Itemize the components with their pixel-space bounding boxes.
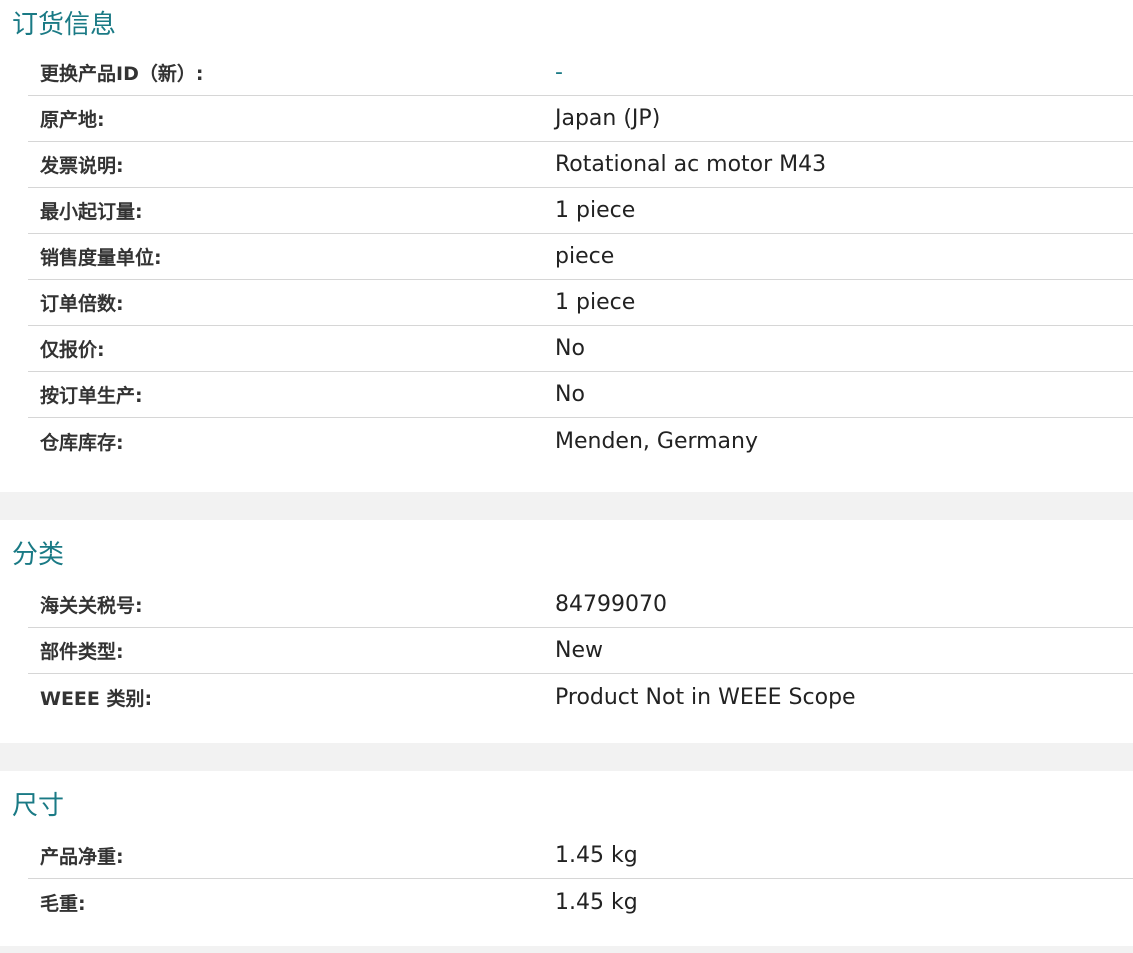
attribute-row-origin: 原产地: Japan (JP) bbox=[28, 96, 1133, 142]
attribute-label: 按订单生产: bbox=[40, 385, 143, 407]
attribute-label: 最小起订量: bbox=[40, 201, 143, 223]
attribute-row-make-to-order: 按订单生产: No bbox=[28, 372, 1133, 418]
attribute-value: 1 piece bbox=[555, 290, 636, 315]
attribute-row-warehouse-stock: 仓库库存: Menden, Germany bbox=[28, 418, 1133, 464]
attribute-label: 海关关税号: bbox=[40, 595, 143, 617]
attribute-value: Menden, Germany bbox=[555, 428, 759, 454]
attribute-value: New bbox=[555, 638, 603, 663]
attribute-label: 订单倍数: bbox=[40, 293, 124, 315]
attribute-label: 部件类型: bbox=[40, 641, 124, 663]
classification-section: 分类 海关关税号: 84799070 部件类型: New WEEE 类别: Pr… bbox=[0, 520, 1133, 743]
attribute-value: Product Not in WEEE Scope bbox=[555, 684, 856, 710]
attribute-label: 毛重: bbox=[40, 892, 86, 915]
attribute-value: No bbox=[555, 382, 585, 407]
attribute-value: piece bbox=[555, 244, 615, 269]
dimensions-section: 尺寸 产品净重: 1.45 kg 毛重: 1.45 kg bbox=[0, 771, 1133, 946]
classification-list: 海关关税号: 84799070 部件类型: New WEEE 类别: Produ… bbox=[28, 582, 1133, 720]
attribute-value: 1.45 kg bbox=[555, 889, 638, 915]
attribute-row-quote-only: 仅报价: No bbox=[28, 326, 1133, 372]
attribute-row-net-weight: 产品净重: 1.45 kg bbox=[28, 833, 1133, 879]
attribute-value[interactable]: - bbox=[555, 60, 563, 85]
ordering-info-section: 订货信息 更换产品ID（新）: - 原产地: Japan (JP) 发票说明: … bbox=[0, 0, 1133, 492]
attribute-row-replacement-id: 更换产品ID（新）: - bbox=[28, 50, 1133, 96]
attribute-value: Rotational ac motor M43 bbox=[555, 152, 827, 177]
attribute-value: 84799070 bbox=[555, 592, 667, 617]
section-title-dimensions: 尺寸 bbox=[12, 791, 65, 821]
attribute-value: No bbox=[555, 336, 585, 361]
attribute-label: 仓库库存: bbox=[40, 431, 124, 454]
attribute-row-part-type: 部件类型: New bbox=[28, 628, 1133, 674]
section-title-ordering-info: 订货信息 bbox=[12, 10, 117, 40]
ordering-info-list: 更换产品ID（新）: - 原产地: Japan (JP) 发票说明: Rotat… bbox=[28, 50, 1133, 464]
dimensions-list: 产品净重: 1.45 kg 毛重: 1.45 kg bbox=[28, 833, 1133, 925]
attribute-label: 更换产品ID（新）: bbox=[40, 63, 204, 85]
attribute-row-invoice-description: 发票说明: Rotational ac motor M43 bbox=[28, 142, 1133, 188]
attribute-row-minimum-order: 最小起订量: 1 piece bbox=[28, 188, 1133, 234]
attribute-value: 1.45 kg bbox=[555, 843, 638, 868]
attribute-label: 仅报价: bbox=[40, 339, 105, 361]
attribute-label: WEEE 类别: bbox=[40, 687, 153, 710]
attribute-row-weee-category: WEEE 类别: Product Not in WEEE Scope bbox=[28, 674, 1133, 720]
section-title-classification: 分类 bbox=[12, 540, 65, 570]
attribute-value: Japan (JP) bbox=[555, 106, 661, 131]
attribute-label: 销售度量单位: bbox=[40, 247, 162, 269]
attribute-row-customs-tariff: 海关关税号: 84799070 bbox=[28, 582, 1133, 628]
attribute-label: 原产地: bbox=[40, 109, 105, 131]
attribute-label: 发票说明: bbox=[40, 155, 124, 177]
attribute-row-sales-unit: 销售度量单位: piece bbox=[28, 234, 1133, 280]
attribute-row-order-multiple: 订单倍数: 1 piece bbox=[28, 280, 1133, 326]
attribute-label: 产品净重: bbox=[40, 846, 124, 868]
attribute-value: 1 piece bbox=[555, 198, 636, 223]
attribute-row-gross-weight: 毛重: 1.45 kg bbox=[28, 879, 1133, 925]
